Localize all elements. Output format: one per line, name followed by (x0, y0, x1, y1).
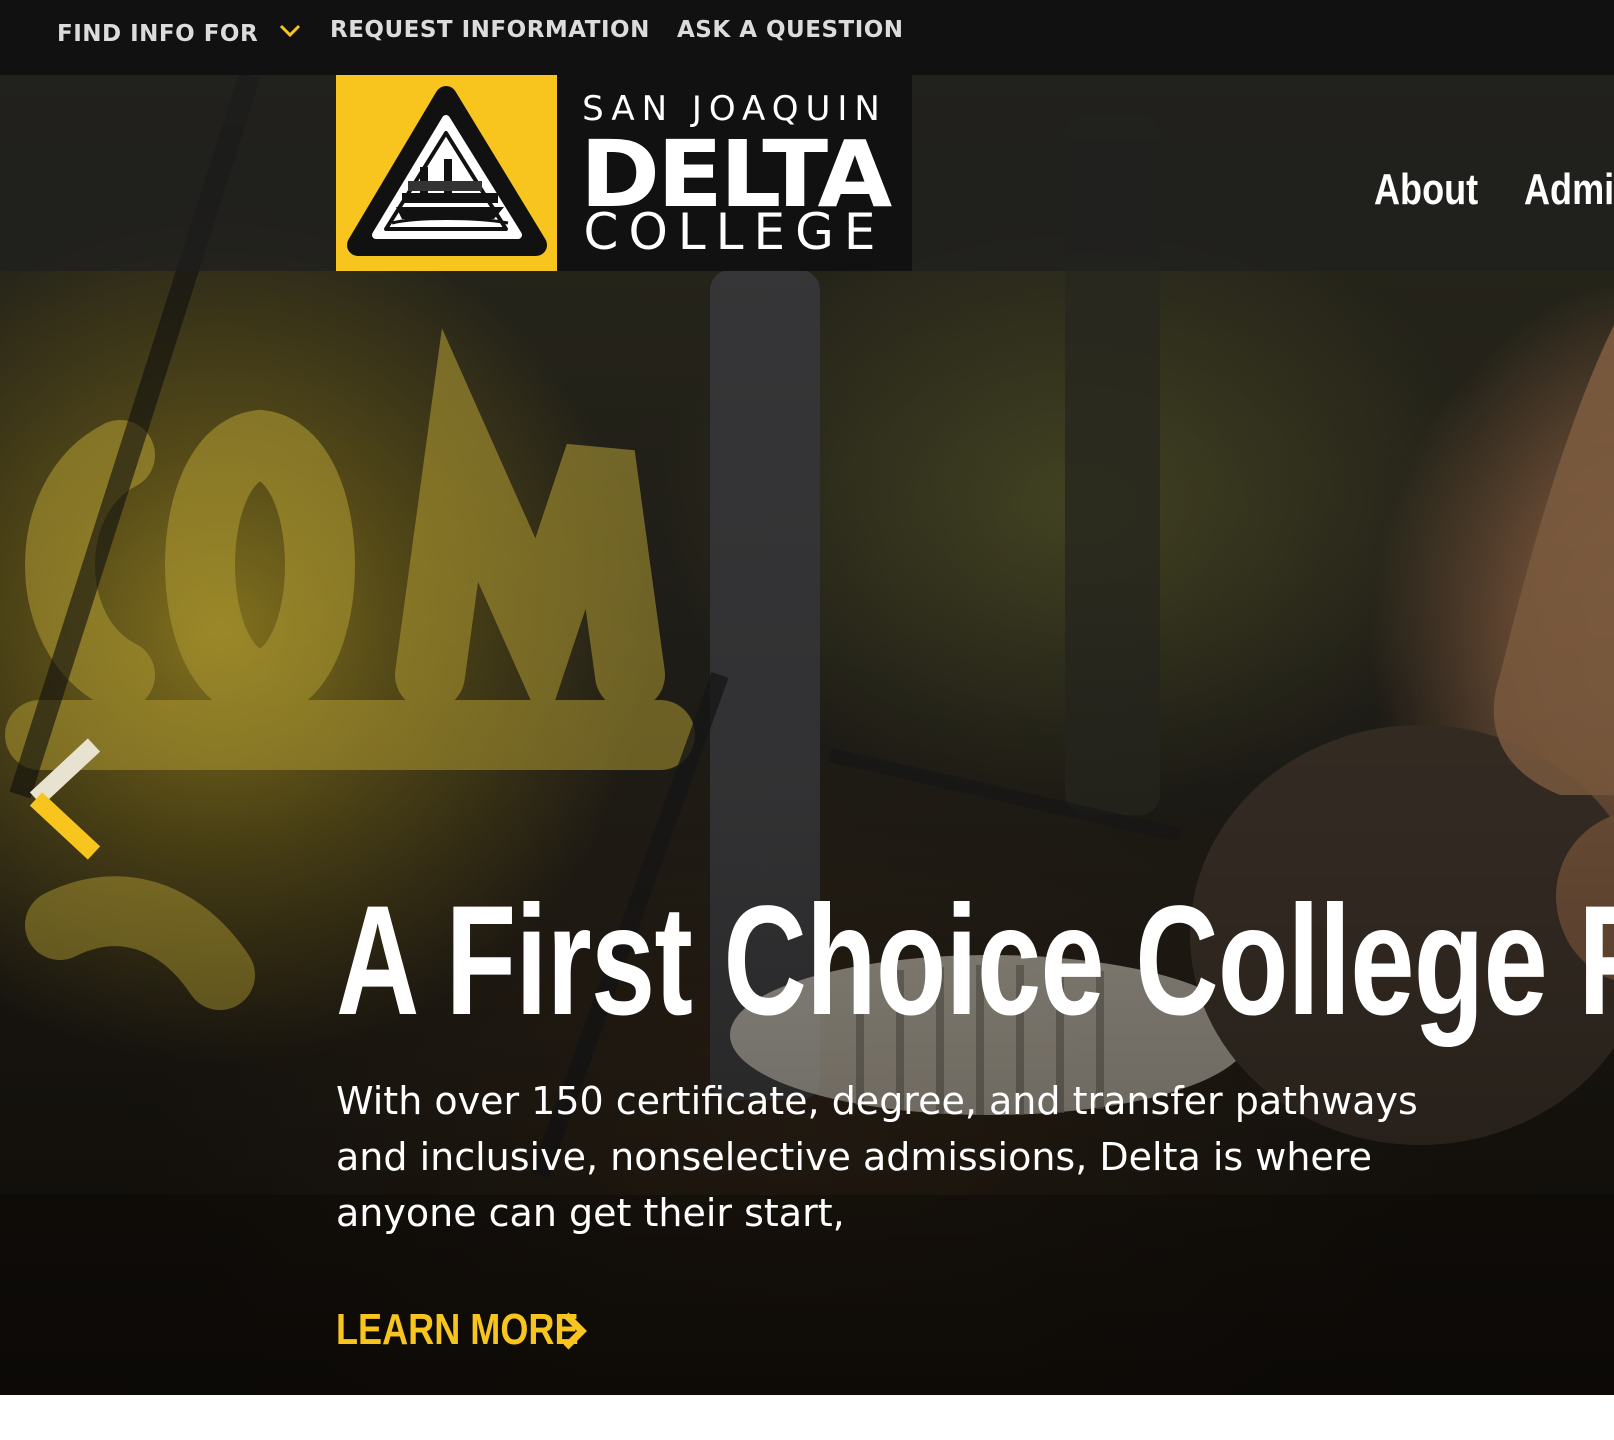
utility-bar: FIND INFO FOR REQUEST INFORMATION ASK A … (0, 0, 1614, 75)
logo-wordmark: SAN JOAQUIN DELTA COLLEGE (557, 75, 912, 271)
logo-line-college: COLLEGE (583, 203, 886, 261)
delta-college-logo[interactable]: SAN JOAQUIN DELTA COLLEGE (336, 75, 912, 271)
carousel-prev-button[interactable] (18, 737, 102, 861)
nav-item-admissions[interactable]: Admis (1524, 165, 1614, 215)
steamboat-emblem-icon (347, 86, 547, 256)
learn-more-link[interactable]: LEARN MORE (336, 1304, 632, 1356)
page-bottom-strip (0, 1395, 1614, 1440)
page: FIND INFO FOR REQUEST INFORMATION ASK A … (0, 0, 1614, 1440)
hero-description: With over 150 certificate, degree, and t… (336, 1079, 1418, 1235)
ask-a-question-link[interactable]: ASK A QUESTION (677, 0, 904, 60)
find-info-for-label: FIND INFO FOR (57, 21, 259, 47)
hero-title: A First Choice College Fo (336, 874, 1614, 1048)
nav-item-about[interactable]: About (1374, 165, 1478, 215)
chevron-right-icon (563, 1312, 587, 1350)
chevron-left-icon (29, 738, 101, 860)
learn-more-label: LEARN MORE (336, 1305, 579, 1354)
logo-emblem (336, 75, 557, 271)
chevron-down-icon (279, 24, 300, 37)
request-information-link[interactable]: REQUEST INFORMATION (330, 0, 650, 60)
find-info-for-menu[interactable]: FIND INFO FOR (57, 4, 301, 64)
